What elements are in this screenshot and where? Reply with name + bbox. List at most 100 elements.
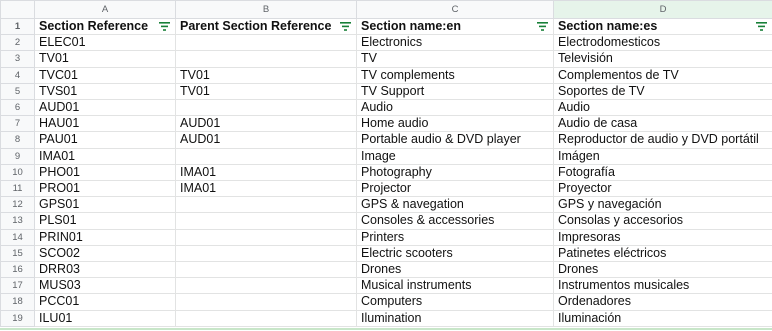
table-cell[interactable]: Reproductor de audio y DVD portátil xyxy=(553,131,772,149)
table-cell[interactable]: GPS & navegation xyxy=(356,196,554,214)
table-cell[interactable]: Proyector xyxy=(553,180,772,198)
table-cell[interactable]: Drones xyxy=(553,261,772,279)
header-cell-section-name-en[interactable]: Section name:en xyxy=(356,17,554,36)
table-cell[interactable]: GPS y navegación xyxy=(553,196,772,214)
table-cell[interactable]: PRIN01 xyxy=(34,228,176,246)
table-cell[interactable]: Audio xyxy=(356,99,554,117)
table-cell[interactable] xyxy=(175,293,357,311)
table-cell[interactable]: DRR03 xyxy=(34,261,176,279)
table-cell[interactable]: IMA01 xyxy=(175,180,357,198)
table-cell[interactable]: Ordenadores xyxy=(553,293,772,311)
table-cell[interactable]: TV xyxy=(356,50,554,68)
table-cell[interactable]: Iluminación xyxy=(553,309,772,327)
table-cell[interactable]: Photography xyxy=(356,163,554,182)
table-cell[interactable] xyxy=(175,309,357,327)
table-cell[interactable]: Audio de casa xyxy=(553,115,772,133)
table-cell[interactable]: Audio xyxy=(553,99,772,117)
table-cell[interactable] xyxy=(175,50,357,68)
row-number[interactable]: 2 xyxy=(0,34,35,52)
table-cell[interactable]: TV Support xyxy=(356,82,554,101)
table-cell[interactable]: Imágen xyxy=(553,147,772,165)
row-number[interactable]: 9 xyxy=(0,147,35,165)
table-cell[interactable]: Musical instruments xyxy=(356,277,554,295)
column-header-d[interactable]: D xyxy=(553,0,772,19)
table-cell[interactable]: Projector xyxy=(356,180,554,198)
row-number[interactable]: 8 xyxy=(0,131,35,149)
filter-icon[interactable] xyxy=(756,22,767,31)
table-cell[interactable]: TV01 xyxy=(34,50,176,68)
table-cell[interactable]: Consolas y accesorios xyxy=(553,212,772,230)
table-cell[interactable]: Ilumination xyxy=(356,309,554,327)
table-cell[interactable] xyxy=(175,212,357,230)
table-cell[interactable] xyxy=(175,196,357,214)
filter-icon[interactable] xyxy=(159,22,170,31)
row-number[interactable]: 10 xyxy=(0,163,35,182)
table-cell[interactable]: Instrumentos musicales xyxy=(553,277,772,295)
column-header-c[interactable]: C xyxy=(356,0,554,19)
row-number[interactable]: 3 xyxy=(0,50,35,68)
row-number[interactable]: 7 xyxy=(0,115,35,133)
column-header-b[interactable]: B xyxy=(175,0,357,19)
table-cell[interactable]: IMA01 xyxy=(34,147,176,165)
table-cell[interactable] xyxy=(175,99,357,117)
table-cell[interactable]: Fotografía xyxy=(553,163,772,182)
row-number[interactable]: 13 xyxy=(0,212,35,230)
table-cell[interactable]: TVC01 xyxy=(34,66,176,84)
row-number[interactable]: 6 xyxy=(0,99,35,117)
table-cell[interactable]: Electronics xyxy=(356,34,554,52)
table-cell[interactable]: Consoles & accessories xyxy=(356,212,554,230)
table-cell[interactable]: IMA01 xyxy=(175,163,357,182)
row-number[interactable]: 11 xyxy=(0,180,35,198)
table-cell[interactable]: Portable audio & DVD player xyxy=(356,131,554,149)
table-cell[interactable]: TV01 xyxy=(175,82,357,101)
table-cell[interactable]: Home audio xyxy=(356,115,554,133)
table-cell[interactable]: Computers xyxy=(356,293,554,311)
select-all-corner[interactable] xyxy=(0,0,35,19)
table-cell[interactable]: ILU01 xyxy=(34,309,176,327)
row-number[interactable]: 19 xyxy=(0,309,35,327)
header-cell-parent-section-reference[interactable]: Parent Section Reference xyxy=(175,17,357,36)
table-cell[interactable] xyxy=(175,244,357,263)
table-cell[interactable]: Patinetes eléctricos xyxy=(553,244,772,263)
table-cell[interactable]: GPS01 xyxy=(34,196,176,214)
table-cell[interactable]: TVS01 xyxy=(34,82,176,101)
table-cell[interactable]: HAU01 xyxy=(34,115,176,133)
table-cell[interactable]: Printers xyxy=(356,228,554,246)
table-cell[interactable]: PAU01 xyxy=(34,131,176,149)
row-number[interactable]: 1 xyxy=(0,17,35,36)
row-number[interactable]: 14 xyxy=(0,228,35,246)
table-cell[interactable]: PCC01 xyxy=(34,293,176,311)
table-cell[interactable]: TV01 xyxy=(175,66,357,84)
table-cell[interactable]: Impresoras xyxy=(553,228,772,246)
table-cell[interactable]: SCO02 xyxy=(34,244,176,263)
row-number[interactable]: 15 xyxy=(0,244,35,263)
table-cell[interactable]: ELEC01 xyxy=(34,34,176,52)
table-cell[interactable]: AUD01 xyxy=(175,131,357,149)
table-cell[interactable]: PHO01 xyxy=(34,163,176,182)
table-cell[interactable]: Complementos de TV xyxy=(553,66,772,84)
column-header-a[interactable]: A xyxy=(34,0,176,19)
row-number[interactable]: 4 xyxy=(0,66,35,84)
header-cell-section-name-es[interactable]: Section name:es xyxy=(553,17,772,36)
table-cell[interactable] xyxy=(175,261,357,279)
table-cell[interactable] xyxy=(175,228,357,246)
table-cell[interactable]: AUD01 xyxy=(34,99,176,117)
table-cell[interactable]: Electrodomesticos xyxy=(553,34,772,52)
table-cell[interactable]: AUD01 xyxy=(175,115,357,133)
table-cell[interactable] xyxy=(175,147,357,165)
table-cell[interactable]: TV complements xyxy=(356,66,554,84)
header-cell-section-reference[interactable]: Section Reference xyxy=(34,17,176,36)
row-number[interactable]: 18 xyxy=(0,293,35,311)
table-cell[interactable]: Image xyxy=(356,147,554,165)
table-cell[interactable]: PLS01 xyxy=(34,212,176,230)
table-cell[interactable]: PRO01 xyxy=(34,180,176,198)
filter-icon[interactable] xyxy=(340,22,351,31)
table-cell[interactable]: Electric scooters xyxy=(356,244,554,263)
row-number[interactable]: 12 xyxy=(0,196,35,214)
table-cell[interactable]: Soportes de TV xyxy=(553,82,772,101)
table-cell[interactable]: Televisión xyxy=(553,50,772,68)
row-number[interactable]: 17 xyxy=(0,277,35,295)
table-cell[interactable] xyxy=(175,34,357,52)
table-cell[interactable] xyxy=(175,277,357,295)
row-number[interactable]: 5 xyxy=(0,82,35,101)
